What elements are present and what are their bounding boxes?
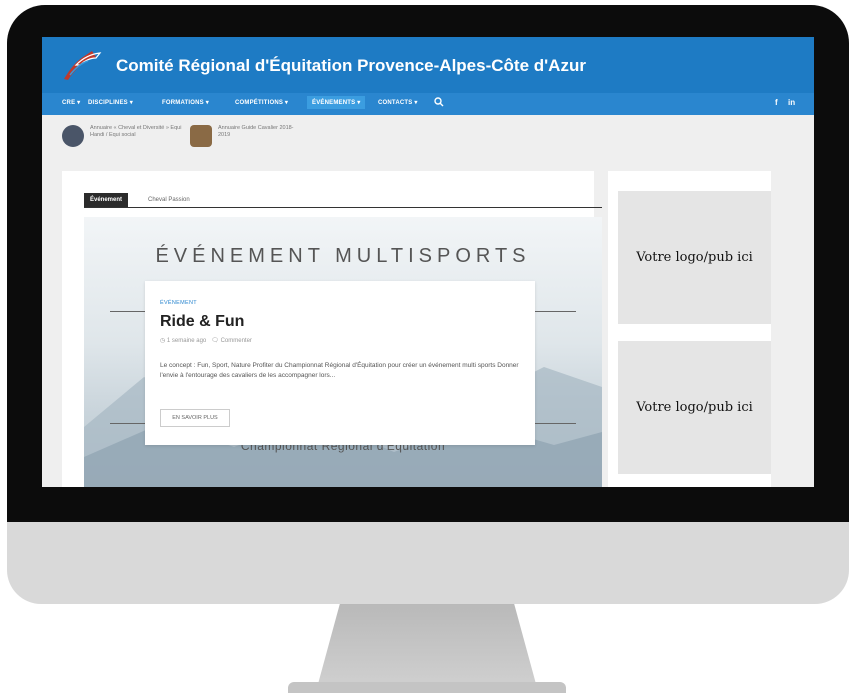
monitor-screen: Comité Régional d'Équitation Provence-Al… — [42, 37, 814, 487]
related-post-2[interactable]: Annuaire Guide Cavalier 2018-2019 — [190, 125, 300, 147]
clock-icon: ◷ — [160, 338, 167, 344]
monitor-stand-base — [288, 682, 566, 693]
related-thumbnail — [62, 125, 84, 147]
post-excerpt: Le concept : Fun, Sport, Nature Profiter… — [160, 362, 519, 379]
comment-icon: 🗨 — [207, 338, 221, 344]
monitor-stand — [318, 604, 536, 684]
horse-logo-icon[interactable] — [62, 49, 102, 81]
ad-text: Votre logo/pub ici — [636, 250, 753, 265]
sidebar: Votre logo/pub ici Votre logo/pub ici — [608, 171, 771, 487]
featured-post-card: ÉVÉNEMENT Ride & Fun ◷ 1 semaine ago 🗨 C… — [145, 281, 535, 445]
nav-item-disciplines[interactable]: DISCIPLINES ▾ — [88, 99, 133, 106]
nav-item-evenements[interactable]: ÉVÉNEMENTS ▾ — [307, 96, 366, 109]
post-category[interactable]: ÉVÉNEMENT — [160, 300, 197, 306]
facebook-icon[interactable]: f — [775, 98, 778, 107]
related-post-title[interactable]: Annuaire « Cheval et Diversité » Equi Ha… — [90, 125, 182, 139]
site-header: Comité Régional d'Équitation Provence-Al… — [42, 37, 814, 93]
comment-link[interactable]: Commenter — [221, 338, 252, 344]
ad-banner[interactable]: Votre logo/pub ici — [618, 341, 771, 474]
read-more-button[interactable]: EN SAVOIR PLUS — [160, 409, 230, 427]
ad-banner[interactable]: Votre logo/pub ici — [618, 191, 771, 324]
post-time: 1 semaine ago — [166, 338, 207, 344]
main-nav: CRE ▾ DISCIPLINES ▾ FORMATIONS ▾ COMPÉTI… — [42, 93, 814, 115]
post-meta: ◷ 1 semaine ago 🗨 Commenter — [160, 337, 252, 344]
category-tabs: Événement Cheval Passion — [84, 193, 602, 208]
linkedin-icon[interactable]: in — [788, 98, 795, 107]
tab-evenement[interactable]: Événement — [84, 193, 129, 207]
nav-item-cre[interactable]: CRE ▾ — [62, 99, 80, 106]
ad-text: Votre logo/pub ici — [636, 400, 753, 415]
nav-item-formations[interactable]: FORMATIONS ▾ — [162, 99, 209, 106]
site-title[interactable]: Comité Régional d'Équitation Provence-Al… — [116, 56, 586, 76]
tab-cheval-passion[interactable]: Cheval Passion — [148, 197, 190, 203]
nav-item-contacts[interactable]: CONTACTS ▾ — [378, 99, 418, 106]
search-icon[interactable] — [434, 97, 444, 107]
related-post-title[interactable]: Annuaire Guide Cavalier 2018-2019 — [218, 125, 300, 139]
post-title[interactable]: Ride & Fun — [160, 313, 244, 331]
related-post-1[interactable]: Annuaire « Cheval et Diversité » Equi Ha… — [62, 125, 182, 147]
nav-item-competitions[interactable]: COMPÉTITIONS ▾ — [235, 99, 288, 106]
related-thumbnail — [190, 125, 212, 147]
hero-headline: ÉVÉNEMENT MULTISPORTS — [155, 245, 531, 267]
monitor-chin — [7, 522, 849, 604]
